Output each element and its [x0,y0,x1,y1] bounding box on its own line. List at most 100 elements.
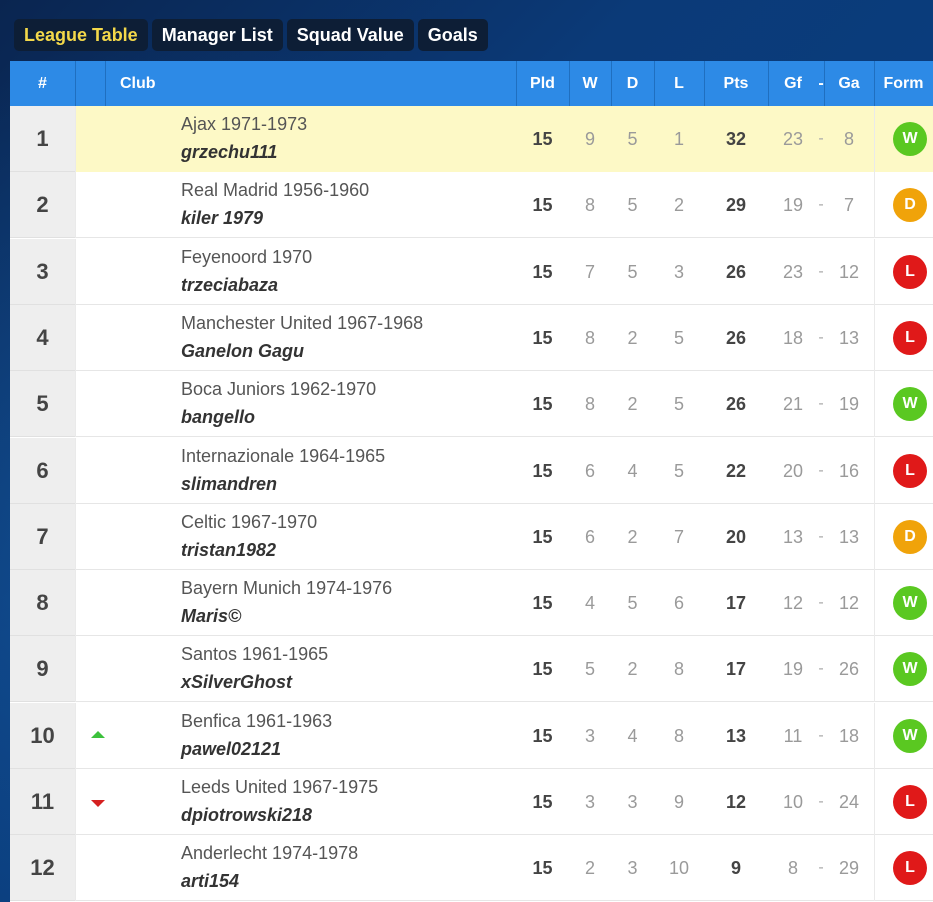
played-cell: 15 [532,858,553,879]
losses-cell: 5 [673,394,684,415]
form-badge: W [893,718,927,753]
losses-cell: 6 [673,593,684,614]
manager-name[interactable]: arti154 [181,871,239,892]
tab-league-table[interactable]: League Table [14,19,148,51]
manager-name[interactable]: bangello [181,407,255,428]
header-w[interactable]: W [569,61,611,106]
header-club[interactable]: Club [120,61,180,106]
manager-name[interactable]: Ganelon Gagu [181,341,304,362]
club-name[interactable]: Anderlecht 1974-1978 [181,843,358,864]
played-cell: 15 [532,526,553,547]
points-cell: 29 [725,195,747,216]
manager-name[interactable]: xSilverGhost [181,672,292,693]
club-name[interactable]: Manchester United 1967-1968 [181,313,423,334]
played-cell: 15 [532,792,553,812]
table-row[interactable]: 5 Boca Juniors 1962-1970 bangello 15 8 2 5 26 21… [10,371,933,438]
table-row[interactable]: 1 Ajax 1971-1973 grzechu111 15 9 5 1 32 23-8 W [10,106,933,172]
goals-against-cell: 26 [838,659,860,680]
goals-against-cell: 24 [838,792,860,812]
draws-cell: 4 [627,460,638,481]
trend-up-icon [91,730,105,738]
header-form[interactable]: Form [874,61,933,106]
table-row[interactable]: 7 Celtic 1967-1970 tristan1982 15 6 2 7 20 13-13… [10,503,933,570]
table-row[interactable]: 10 Benfica 1961-1963 pawel02121 15 3 4 8 13 11-1… [10,702,933,769]
points-cell: 9 [730,858,741,879]
club-name[interactable]: Ajax 1971-1973 [181,114,307,135]
club-name[interactable]: Benfica 1961-1963 [181,711,332,732]
losses-cell: 10 [668,858,690,879]
points-cell: 26 [725,394,747,415]
table-row[interactable]: 3 Feyenoord 1970 trzeciabaza 15 7 5 3 26 23-12 L [10,238,933,305]
wins-cell: 7 [584,261,595,282]
form-badge: W [893,652,927,687]
wins-cell: 8 [584,394,595,415]
cell-divider [874,702,875,769]
manager-name[interactable]: pawel02121 [181,739,281,760]
tab-manager-list[interactable]: Manager List [151,19,283,51]
goals-against-cell: 16 [838,460,860,481]
tab-goals[interactable]: Goals [417,19,488,51]
goals-against-cell: 8 [843,129,854,149]
club-name[interactable]: Feyenoord 1970 [181,247,312,268]
club-name[interactable]: Celtic 1967-1970 [181,512,317,533]
manager-name[interactable]: kiler 1979 [181,208,263,229]
goals-against-cell: 12 [838,593,860,614]
wins-cell: 5 [584,659,595,680]
header-pos[interactable]: # [10,61,75,106]
club-name[interactable]: Leeds United 1967-1975 [181,777,378,798]
cell-divider [874,570,875,637]
header-ga[interactable]: Ga [824,61,874,106]
header-pts[interactable]: Pts [704,61,768,106]
draws-cell: 5 [627,261,638,282]
losses-cell: 8 [673,725,684,746]
table-row[interactable]: 9 Santos 1961-1965 xSilverGhost 15 5 2 8 17 19-2… [10,636,933,703]
club-name[interactable]: Boca Juniors 1962-1970 [181,379,376,400]
league-table: # Club Pld W D L Pts Gf - Ga Form 1 Ajax … [10,61,933,902]
points-cell: 22 [725,460,747,481]
manager-name[interactable]: grzechu111 [181,142,277,163]
losses-cell: 9 [673,792,684,812]
manager-name[interactable]: Maris© [181,606,241,627]
draws-cell: 2 [627,394,638,415]
club-name[interactable]: Bayern Munich 1974-1976 [181,578,392,599]
wins-cell: 9 [584,129,595,149]
manager-name[interactable]: dpiotrowski218 [181,805,312,826]
form-badge: W [893,586,927,621]
goals-against-cell: 29 [838,858,860,879]
form-badge: L [893,453,927,488]
losses-cell: 5 [673,327,684,348]
manager-name[interactable]: tristan1982 [181,540,276,561]
club-name[interactable]: Internazionale 1964-1965 [181,446,385,467]
position-cell: 11 [10,769,75,835]
wins-cell: 6 [584,526,595,547]
played-cell: 15 [532,129,553,149]
position-cell: 8 [10,570,75,637]
cell-divider [75,304,76,371]
table-row[interactable]: 12 Anderlecht 1974-1978 arti154 15 2 3 10 9 8-29… [10,835,933,902]
goals-against-cell: 19 [838,394,860,415]
header-pld[interactable]: Pld [516,61,569,106]
wins-cell: 8 [584,195,595,216]
cell-divider [874,238,875,305]
wins-cell: 3 [584,725,595,746]
table-row[interactable]: 6 Internazionale 1964-1965 slimandren 15 6 4 5… [10,437,933,504]
played-cell: 15 [532,394,553,415]
club-name[interactable]: Real Madrid 1956-1960 [181,180,369,201]
cell-divider [75,636,76,703]
manager-name[interactable]: trzeciabaza [181,275,278,296]
tab-squad-value[interactable]: Squad Value [286,19,414,51]
header-d[interactable]: D [611,61,654,106]
cell-divider [75,371,76,438]
header-l[interactable]: L [654,61,704,106]
table-row[interactable]: 11 Leeds United 1967-1975 dpiotrowski218 15… [10,769,933,835]
draws-cell: 5 [627,129,638,149]
cell-divider [75,238,76,305]
table-row[interactable]: 8 Bayern Munich 1974-1976 Maris© 15 4 5 6 17 12-… [10,570,933,637]
form-badge: L [893,320,927,355]
table-row[interactable]: 4 Manchester United 1967-1968 Ganelon Gagu… [10,304,933,371]
manager-name[interactable]: slimandren [181,474,277,495]
table-row[interactable]: 2 Real Madrid 1956-1960 kiler 1979 15 8 5 2 29 1… [10,172,933,239]
goals-against-cell: 7 [843,195,854,216]
played-cell: 15 [532,460,553,481]
club-name[interactable]: Santos 1961-1965 [181,644,328,665]
